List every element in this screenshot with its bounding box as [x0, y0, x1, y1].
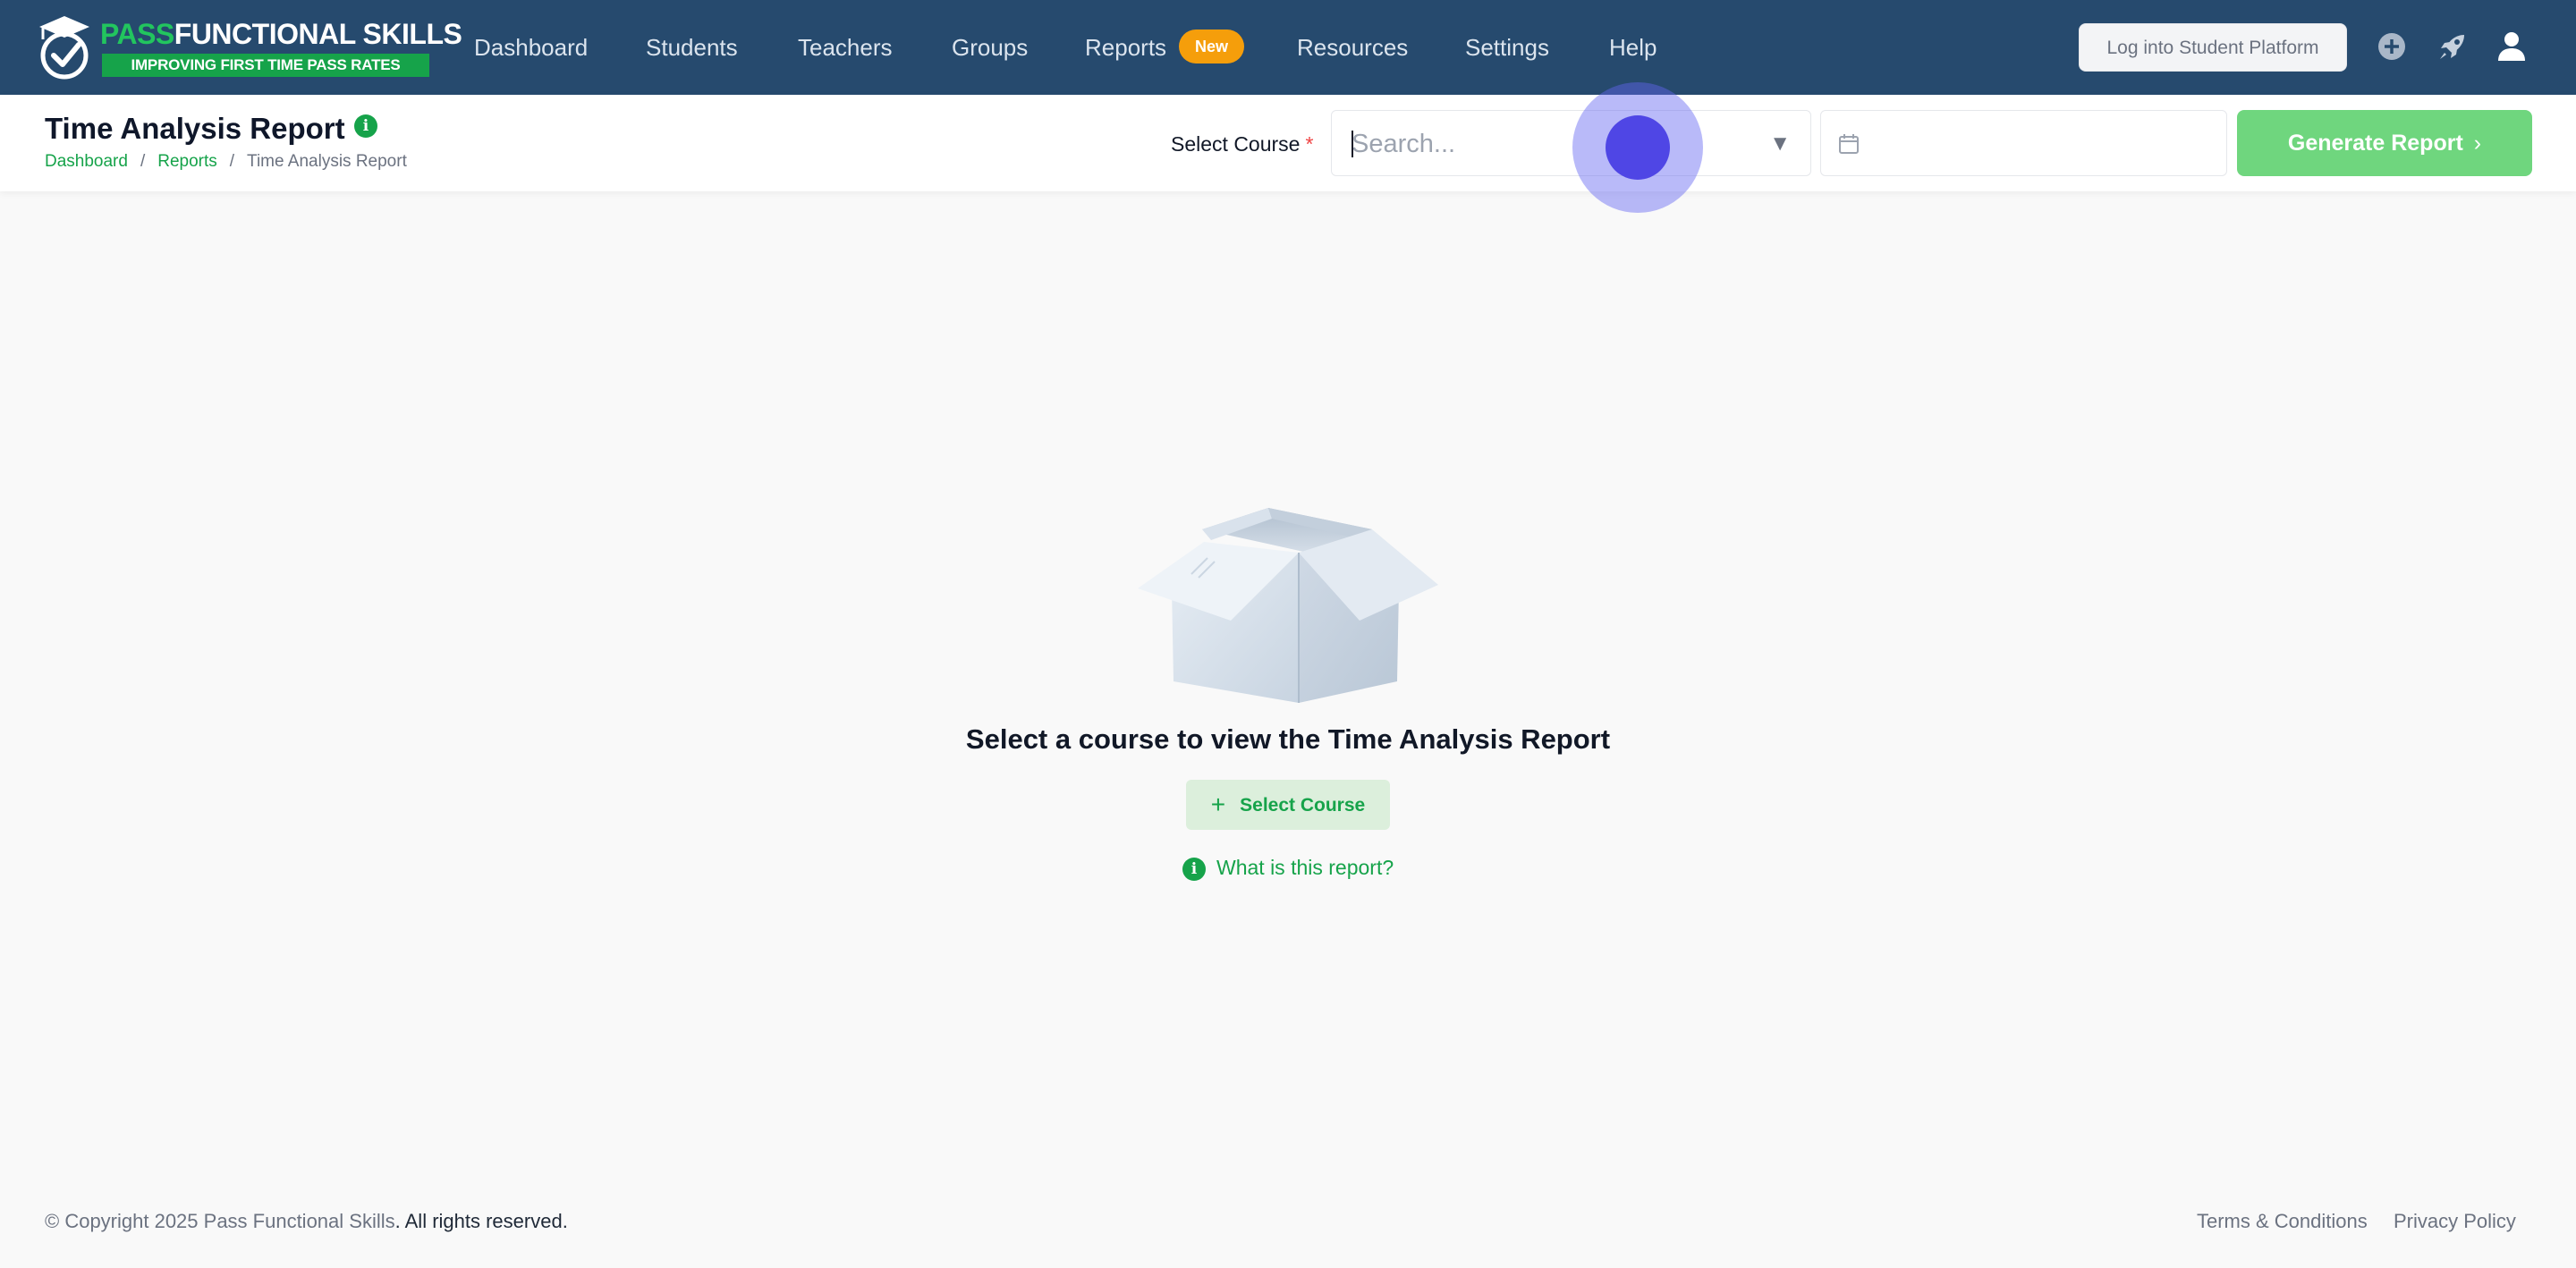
nav-students[interactable]: Students — [646, 32, 738, 63]
user-icon[interactable] — [2494, 29, 2529, 64]
date-range-field[interactable] — [1820, 110, 2227, 176]
breadcrumb-reports[interactable]: Reports — [157, 152, 217, 171]
nav-settings[interactable]: Settings — [1465, 32, 1549, 63]
empty-box-illustration — [1138, 508, 1438, 703]
plus-icon: + — [1210, 790, 1226, 818]
breadcrumb-current: Time Analysis Report — [247, 152, 407, 171]
page-title: Time Analysis Report — [45, 112, 345, 145]
empty-state-message: Select a course to view the Time Analysi… — [965, 723, 1611, 755]
title-info-icon[interactable]: i — [354, 114, 377, 138]
info-icon: i — [1182, 858, 1206, 881]
required-mark: * — [1305, 132, 1314, 156]
brand-name: PASSFUNCTIONAL SKILLS — [100, 20, 462, 48]
generate-report-button[interactable]: Generate Report › — [2237, 110, 2532, 176]
copyright-prefix: © Copyright 2025 Pass Functional Skills — [45, 1210, 395, 1232]
course-select[interactable]: ▼ — [1331, 110, 1811, 176]
top-navbar: PASSFUNCTIONAL SKILLS IMPROVING FIRST TI… — [0, 0, 2576, 95]
nav-groups[interactable]: Groups — [952, 32, 1028, 63]
what-is-this-report-link[interactable]: i What is this report? — [1182, 854, 1394, 881]
graduation-check-icon — [39, 16, 89, 80]
brand-logo[interactable]: PASSFUNCTIONAL SKILLS IMPROVING FIRST TI… — [36, 14, 462, 80]
select-course-label: Select Course * — [1171, 131, 1313, 157]
breadcrumb: Dashboard / Reports / Time Analysis Report — [45, 151, 407, 173]
copyright-suffix: . All rights reserved. — [394, 1210, 568, 1232]
terms-link[interactable]: Terms & Conditions — [2197, 1209, 2368, 1234]
click-indicator-dot — [1606, 115, 1670, 180]
brand-name-functional-skills: FUNCTIONAL SKILLS — [174, 18, 462, 50]
select-course-button-label: Select Course — [1240, 795, 1366, 816]
chevron-down-icon[interactable]: ▼ — [1769, 131, 1791, 157]
select-course-label-text: Select Course — [1171, 132, 1301, 156]
reports-new-badge: New — [1179, 30, 1245, 63]
select-course-button[interactable]: + Select Course — [1186, 780, 1390, 830]
calendar-icon — [1839, 134, 1859, 154]
privacy-link[interactable]: Privacy Policy — [2394, 1209, 2516, 1234]
brand-tagline: IMPROVING FIRST TIME PASS RATES — [102, 54, 429, 77]
nav-help[interactable]: Help — [1609, 32, 1657, 63]
plus-circle-icon[interactable] — [2374, 29, 2410, 64]
chevron-right-icon: › — [2473, 131, 2482, 156]
footer-copyright: © Copyright 2025 Pass Functional Skills.… — [45, 1209, 568, 1234]
rocket-icon[interactable] — [2435, 29, 2470, 64]
page-header: Time Analysis Report i Dashboard / Reports… — [0, 95, 2576, 191]
nav-reports[interactable]: Reports — [1085, 32, 1166, 63]
breadcrumb-dashboard[interactable]: Dashboard — [45, 152, 128, 171]
brand-name-pass: PASS — [100, 18, 174, 50]
nav-teachers[interactable]: Teachers — [798, 32, 893, 63]
nav-resources[interactable]: Resources — [1297, 32, 1408, 63]
what-is-this-report-label: What is this report? — [1216, 856, 1394, 879]
nav-dashboard[interactable]: Dashboard — [474, 32, 588, 63]
breadcrumb-separator: / — [140, 152, 146, 171]
breadcrumb-separator: / — [229, 152, 235, 171]
log-into-student-platform-button[interactable]: Log into Student Platform — [2079, 23, 2347, 72]
text-cursor — [1352, 131, 1353, 157]
generate-report-label: Generate Report — [2287, 131, 2463, 156]
